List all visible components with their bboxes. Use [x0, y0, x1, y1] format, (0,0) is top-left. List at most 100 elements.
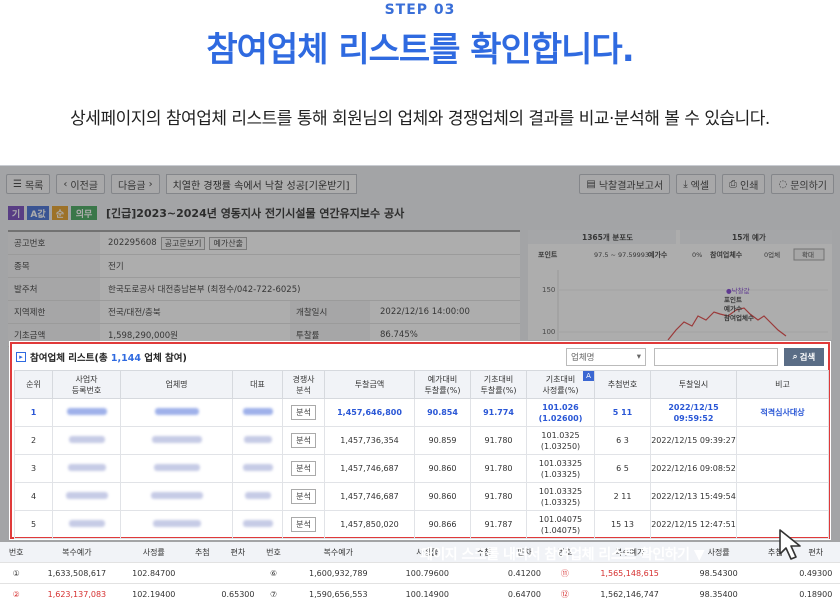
chart-count-label: 예가수 [648, 250, 668, 259]
zoom-button-label: 확대 [802, 250, 814, 259]
report-button[interactable]: ▤ 낙찰결과보고서 [579, 174, 671, 194]
bid-date-value: 2022/12/15 09:39:27 [651, 436, 736, 445]
a-value-badge: A [583, 371, 594, 381]
price-table-header-cell: 복수예가 [323, 547, 353, 557]
print-button[interactable]: ⎙ 인쇄 [722, 174, 766, 194]
notice-title-bar: 기 A값 순 의무 [긴급]2023~2024년 영동지사 전기시설물 연간유지… [8, 204, 832, 222]
business-number-cell [52, 454, 121, 483]
rate-base-cell: 91.780 [470, 454, 527, 483]
chevron-right-icon: › [148, 178, 153, 190]
price-table-header-cell: 번호 [266, 547, 281, 557]
bid-date-cell: 2022/12/16 09:08:52 [650, 454, 737, 483]
chart-head-distribution: 1365개 분포도 [582, 232, 633, 242]
analyze-button[interactable]: 분석 [291, 405, 316, 420]
business-number-cell [52, 482, 121, 511]
info-value: 한국도로공사 대전충남본부 (최정수/042-722-6025) [108, 285, 301, 295]
info-value: 86.745% [380, 330, 418, 340]
search-input[interactable] [654, 348, 778, 366]
rank-cell: 4 [14, 482, 53, 511]
bid-amount-cell: 1,457,646,800 [324, 398, 415, 427]
analyze-button[interactable]: 분석 [291, 517, 316, 532]
assess-rate-cell: 101.04075 (1.04075) [526, 510, 595, 539]
price-table-cell: ⑦ [269, 589, 278, 599]
bidder-row[interactable]: 2 분석 1,457,736,354 90.859 91.780 101.0325 (1.0… [14, 426, 829, 455]
assess-rate-sub: (1.03325) [540, 469, 581, 479]
bidder-row[interactable]: 3 분석 1,457,746,687 90.860 91.780 101.03325 (1.… [14, 454, 829, 483]
list-button[interactable]: ☰ 목록 [6, 174, 51, 194]
assess-rate-value: 101.026 [542, 402, 579, 412]
bid-amount-cell: 1,457,850,020 [324, 510, 415, 539]
assess-rate-sub: (1.03325) [540, 497, 581, 507]
screenshot-frame: ☰ 목록 ‹ 이전글 다음글 › 치열한 경쟁률 속에서 낙찰 성공[기운받기] ▤ 낙… [0, 165, 840, 604]
price-table-cell: 0.49300 [799, 568, 833, 578]
bidders-table-body: 1 분석 1,457,646,800 90.854 91.774 101.026 (1.02… [14, 398, 829, 539]
redacted-text [68, 520, 105, 527]
analyze-cell: 분석 [282, 510, 325, 539]
search-button-label: 검색 [799, 353, 816, 363]
prev-button[interactable]: ‹ 이전글 [56, 174, 105, 194]
price-table-cell: ② [12, 589, 20, 599]
search-icon: ⌕ [792, 352, 798, 362]
bidder-row[interactable]: 4 분석 1,457,746,687 90.860 91.780 101.03325 (1.… [14, 482, 829, 511]
list-icon: ☰ [13, 178, 22, 190]
bid-date-value: 2022/12/15 [668, 402, 719, 412]
price-table-header-cell: 복수예가 [62, 547, 92, 557]
legend-title: ●낙찰값 [726, 286, 750, 295]
price-table-cell: 1,590,656,553 [309, 589, 368, 599]
company-name-cell [120, 454, 233, 483]
redacted-text [151, 436, 202, 443]
inquiry-button[interactable]: ◌ 문의하기 [771, 174, 834, 194]
price-calc-button[interactable]: 예가산출 [209, 236, 247, 250]
view-notice-button[interactable]: 공고문보기 [160, 236, 206, 250]
bidders-table: 순위 사업자 등록번호 업체명 대표 경쟁사 분석 투찰금액 예가대비 투찰률(%) 기초대비… [14, 370, 829, 539]
ceo-cell [232, 482, 283, 511]
title-suffix: 업체 참여) [140, 353, 187, 364]
legend-item: 예가수 [724, 304, 742, 313]
next-button-label: 다음글 [117, 180, 146, 192]
column-header: 투찰금액 [324, 370, 415, 399]
search-field-select[interactable]: 업체명 ▾ [566, 348, 646, 366]
redacted-text [242, 520, 273, 527]
info-value: 202295608 공고문보기 예가산출 [100, 232, 520, 254]
analyze-button[interactable]: 분석 [291, 461, 316, 476]
price-table-cell: 0.64700 [507, 589, 541, 599]
list-button-label: 목록 [24, 180, 44, 192]
redacted-text [65, 492, 108, 499]
price-table-cell: 1,600,932,789 [309, 568, 368, 578]
price-table-cell: 1,633,508,617 [47, 568, 107, 578]
bidders-table-header: 순위 사업자 등록번호 업체명 대표 경쟁사 분석 투찰금액 예가대비 투찰률(%) 기초대비… [14, 370, 829, 399]
page-subtitle: 상세페이지의 참여업체 리스트를 통해 회원님의 업체와 경쟁업체의 결과를 비… [70, 109, 770, 129]
rate-base-cell: 91.774 [470, 398, 527, 427]
chart-bidders-value: 0업체 [764, 251, 780, 259]
assess-rate-sub: (1.02600) [538, 413, 583, 423]
draw-number-cell: 15 13 [594, 510, 651, 539]
price-table-header-cell: 추첨 [194, 547, 210, 557]
assess-rate-cell: 101.0325 (1.03250) [526, 426, 595, 455]
bid-date-cell: 2022/12/15 12:47:51 [650, 510, 737, 539]
chart-point-range: 97.5 ~ 97.59993 [594, 251, 649, 259]
assess-rate-value: 101.03325 [538, 458, 583, 468]
bidder-row[interactable]: 5 분석 1,457,850,020 90.866 91.787 101.04075 (1.… [14, 510, 829, 539]
price-table-cell: ⑪ [560, 568, 569, 578]
download-icon: ⤓ [683, 178, 688, 190]
cursor-icon [779, 529, 801, 560]
draw-number-cell: 2 11 [594, 482, 651, 511]
next-button[interactable]: 다음글 › [110, 174, 160, 194]
price-table-cell: 100.14900 [405, 589, 449, 599]
panel-marker-icon: ▸ [16, 352, 26, 362]
analyze-button[interactable]: 분석 [291, 489, 316, 504]
redacted-text [242, 408, 273, 415]
column-header: 기초대비 투찰률(%) [470, 370, 527, 399]
price-table-cell: 1,562,146,747 [600, 589, 659, 599]
excel-button[interactable]: ⤓ 엑셀 [676, 174, 717, 194]
analyze-button[interactable]: 분석 [291, 433, 316, 448]
search-field-value: 업체명 [571, 353, 595, 363]
title-prefix: 참여업체 리스트(총 [30, 353, 111, 364]
redacted-text [68, 436, 105, 443]
price-table-header-cell: 편차 [230, 547, 246, 557]
assess-rate-sub: (1.03250) [540, 441, 581, 451]
price-table-header-cell: 번호 [8, 547, 24, 557]
bidder-row[interactable]: 1 분석 1,457,646,800 90.854 91.774 101.026 (1.02… [14, 398, 829, 427]
price-table-row: ① 1,633,508,617 102.84700 ⑥ 1,600,932,789 100… [0, 563, 840, 584]
search-button[interactable]: ⌕ 검색 [784, 348, 824, 366]
